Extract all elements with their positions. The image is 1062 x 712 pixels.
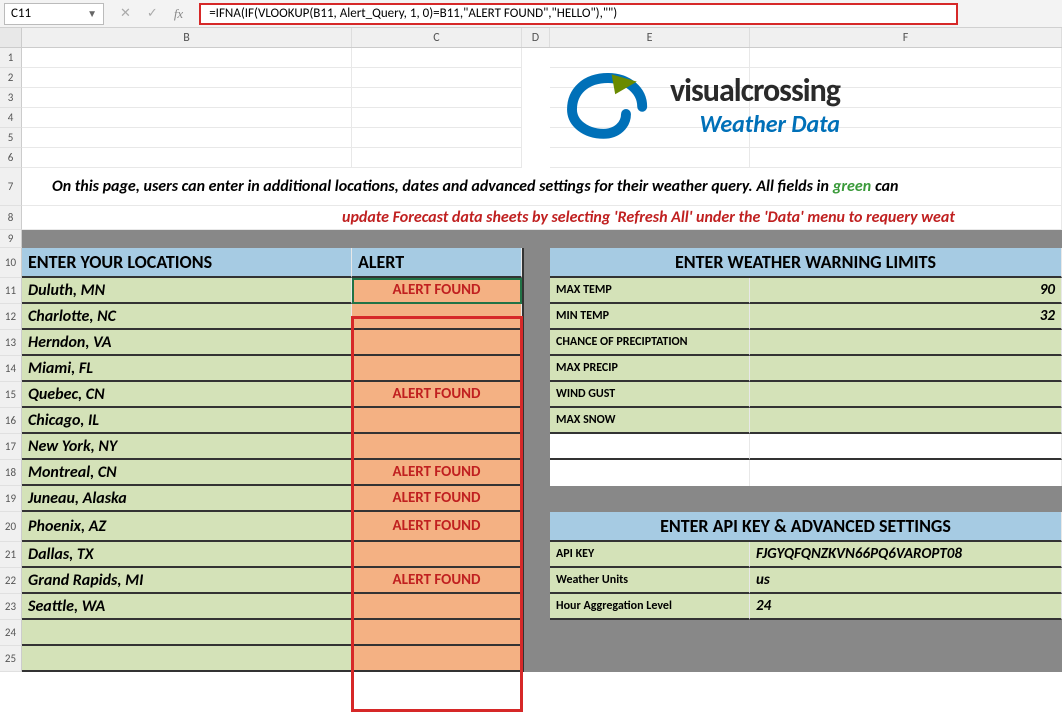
api-value[interactable]: FJGYQFQNZKVN66PQ6VAROPT08	[750, 542, 1062, 568]
api-value[interactable]: 24	[750, 594, 1062, 620]
api-header[interactable]: ENTER API KEY & ADVANCED SETTINGS	[550, 512, 1062, 542]
accept-icon[interactable]: ✓	[147, 6, 158, 21]
location-cell[interactable]: Dallas, TX	[22, 542, 352, 568]
logo: visualcrossing Weather Data	[560, 60, 980, 150]
formula-input[interactable]: =IFNA(IF(VLOOKUP(B11, Alert_Query, 1, 0)…	[199, 3, 958, 25]
limit-value[interactable]	[750, 356, 1062, 382]
api-label[interactable]: Hour Aggregation Level	[550, 594, 750, 620]
alert-cell[interactable]: ALERT FOUND	[352, 512, 522, 542]
alert-header[interactable]: ALERT	[352, 248, 522, 278]
alert-cell[interactable]: ALERT FOUND	[352, 460, 522, 486]
location-cell[interactable]: Quebec, CN	[22, 382, 352, 408]
alert-cell[interactable]: ALERT FOUND	[352, 278, 522, 304]
col-header-C[interactable]: C	[352, 28, 522, 47]
alert-cell[interactable]	[352, 304, 522, 330]
alert-cell[interactable]	[352, 330, 522, 356]
col-header-E[interactable]: E	[550, 28, 750, 47]
location-cell[interactable]: Charlotte, NC	[22, 304, 352, 330]
logo-icon	[560, 69, 656, 141]
location-cell[interactable]: Grand Rapids, MI	[22, 568, 352, 594]
limit-label[interactable]: MAX SNOW	[550, 408, 750, 434]
limits-header[interactable]: ENTER WEATHER WARNING LIMITS	[550, 248, 1062, 278]
limit-value[interactable]	[750, 408, 1062, 434]
location-cell[interactable]: Phoenix, AZ	[22, 512, 352, 542]
alert-cell[interactable]	[352, 434, 522, 460]
instruction-line1[interactable]: On this page, users can enter in additio…	[22, 168, 1062, 206]
worksheet: visualcrossing Weather Data 1 2 3 4 5 6 …	[0, 48, 1062, 711]
alert-cell[interactable]	[352, 542, 522, 568]
formula-bar-icons: ✕ ✓ fx	[104, 6, 199, 22]
name-box[interactable]: C11 ▼	[4, 3, 104, 25]
formula-text: =IFNA(IF(VLOOKUP(B11, Alert_Query, 1, 0)…	[209, 6, 617, 21]
alert-cell[interactable]	[352, 646, 522, 672]
limit-value[interactable]	[750, 382, 1062, 408]
instruction-line2[interactable]: update Forecast data sheets by selecting…	[22, 206, 1062, 230]
col-header-D[interactable]: D	[522, 28, 550, 47]
location-cell[interactable]	[22, 620, 352, 646]
logo-brand: visualcrossing	[670, 71, 840, 110]
column-headers: B C D E F	[0, 28, 1062, 48]
alert-cell[interactable]: ALERT FOUND	[352, 486, 522, 512]
limit-value[interactable]	[750, 330, 1062, 356]
limit-value[interactable]: 90	[750, 278, 1062, 304]
api-value[interactable]: us	[750, 568, 1062, 594]
limit-label[interactable]: MAX PRECIP	[550, 356, 750, 382]
api-label[interactable]: Weather Units	[550, 568, 750, 594]
name-box-dropdown-icon[interactable]: ▼	[87, 7, 97, 20]
limit-value[interactable]: 32	[750, 304, 1062, 330]
location-cell[interactable]: Miami, FL	[22, 356, 352, 382]
alert-cell[interactable]	[352, 356, 522, 382]
name-box-value: C11	[11, 6, 31, 21]
limit-label[interactable]: CHANCE OF PRECIPTATION	[550, 330, 750, 356]
location-cell[interactable]	[22, 646, 352, 672]
alert-cell[interactable]	[352, 408, 522, 434]
limit-label[interactable]: WIND GUST	[550, 382, 750, 408]
location-cell[interactable]: Juneau, Alaska	[22, 486, 352, 512]
limit-label[interactable]: MIN TEMP	[550, 304, 750, 330]
location-cell[interactable]: Seattle, WA	[22, 594, 352, 620]
alert-cell[interactable]: ALERT FOUND	[352, 382, 522, 408]
locations-header[interactable]: ENTER YOUR LOCATIONS	[22, 248, 352, 278]
location-cell[interactable]: Herndon, VA	[22, 330, 352, 356]
location-cell[interactable]: Duluth, MN	[22, 278, 352, 304]
formula-bar: C11 ▼ ✕ ✓ fx =IFNA(IF(VLOOKUP(B11, Alert…	[0, 0, 1062, 28]
alert-cell[interactable]	[352, 620, 522, 646]
location-cell[interactable]: Chicago, IL	[22, 408, 352, 434]
col-header-F[interactable]: F	[750, 28, 1062, 47]
location-cell[interactable]: New York, NY	[22, 434, 352, 460]
select-all-corner[interactable]	[0, 28, 22, 47]
col-header-B[interactable]: B	[22, 28, 352, 47]
alert-cell[interactable]: ALERT FOUND	[352, 568, 522, 594]
location-cell[interactable]: Montreal, CN	[22, 460, 352, 486]
cancel-icon[interactable]: ✕	[120, 6, 131, 21]
alert-cell[interactable]	[352, 594, 522, 620]
api-label[interactable]: API KEY	[550, 542, 750, 568]
logo-subtitle: Weather Data	[670, 110, 840, 139]
fx-icon[interactable]: fx	[174, 6, 183, 22]
limit-label[interactable]: MAX TEMP	[550, 278, 750, 304]
